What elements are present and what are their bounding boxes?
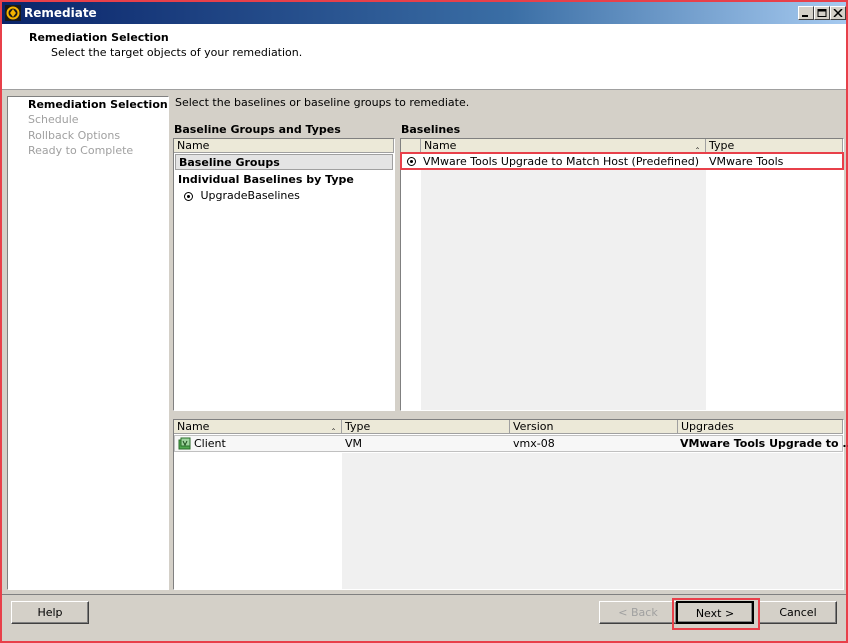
baselines-select-column [401, 139, 421, 153]
targets-table: Name ‸ Type Version Upgrades Client VM v… [173, 419, 848, 590]
next-button[interactable]: Next > [676, 601, 754, 624]
targets-version-column[interactable]: Version [510, 420, 678, 434]
targets-upgrades-column[interactable]: Upgrades [678, 420, 843, 434]
targets-type-column[interactable]: Type [342, 420, 510, 434]
target-name: Client [194, 437, 226, 450]
baseline-row[interactable]: VMware Tools Upgrade to Match Host (Pred… [401, 154, 843, 170]
remediate-window: Remediate Remediation Selection Select t… [0, 0, 848, 643]
minimize-icon [802, 15, 808, 17]
sort-ascending-icon: ‸ [695, 140, 699, 150]
close-button[interactable] [830, 6, 846, 20]
target-type: VM [345, 437, 363, 450]
maximize-button[interactable] [814, 6, 830, 20]
baseline-name: VMware Tools Upgrade to Match Host (Pred… [423, 155, 700, 168]
sort-ascending-icon: ‸ [331, 421, 335, 431]
step-rollback-options: Rollback Options [28, 129, 121, 142]
baseline-groups-title: Baseline Groups and Types [174, 123, 341, 136]
page-title: Remediation Selection [29, 31, 169, 44]
window-title: Remediate [24, 6, 97, 20]
baselines-panel: Name ‸ Type VMware Tools Upgrade to Matc… [400, 138, 844, 411]
close-icon [833, 9, 843, 17]
baselines-type-column[interactable]: Type [706, 139, 843, 153]
baselines-name-header: Name [424, 139, 457, 152]
radio-icon[interactable] [184, 191, 193, 201]
help-button[interactable]: Help [11, 601, 89, 624]
step-schedule: Schedule [28, 113, 79, 126]
step-remediation-selection[interactable]: Remediation Selection [28, 98, 168, 111]
wizard-steps: Remediation Selection Schedule Rollback … [7, 96, 169, 590]
target-upgrades: VMware Tools Upgrade to ... [680, 437, 848, 450]
title-bar[interactable]: Remediate [2, 2, 846, 24]
baselines-empty-area [421, 170, 706, 410]
wizard-header: Remediation Selection Select the target … [2, 24, 846, 90]
baseline-radio-icon[interactable] [407, 157, 416, 166]
targets-name-column[interactable]: Name ‸ [174, 420, 342, 434]
maximize-icon [817, 9, 827, 17]
step-ready-to-complete: Ready to Complete [28, 144, 134, 157]
minimize-button[interactable] [798, 6, 814, 20]
baseline-groups-row[interactable]: Baseline Groups [175, 154, 393, 170]
individual-baselines-heading: Individual Baselines by Type [178, 173, 354, 186]
baselines-name-column[interactable]: Name ‸ [421, 139, 706, 153]
targets-name-header: Name [177, 420, 210, 433]
groups-name-column[interactable]: Name [174, 139, 394, 153]
upgrade-baselines-option[interactable]: UpgradeBaselines [184, 189, 300, 202]
app-icon [5, 5, 21, 21]
baselines-title: Baselines [401, 123, 461, 136]
baseline-groups-label: Baseline Groups [179, 156, 280, 169]
targets-empty-area [342, 453, 843, 589]
upgrade-baselines-label: UpgradeBaselines [200, 189, 300, 202]
baseline-type: VMware Tools [709, 155, 784, 168]
target-version: vmx-08 [513, 437, 555, 450]
vm-icon [178, 437, 191, 450]
back-button[interactable]: < Back [599, 601, 677, 624]
cancel-button[interactable]: Cancel [759, 601, 837, 624]
page-subtitle: Select the target objects of your remedi… [51, 46, 303, 59]
baseline-groups-panel: Name Baseline Groups Individual Baseline… [173, 138, 395, 411]
target-row[interactable]: Client VM vmx-08 VMware Tools Upgrade to… [174, 435, 848, 452]
footer-divider [2, 594, 846, 595]
instruction-text: Select the baselines or baseline groups … [175, 96, 470, 109]
